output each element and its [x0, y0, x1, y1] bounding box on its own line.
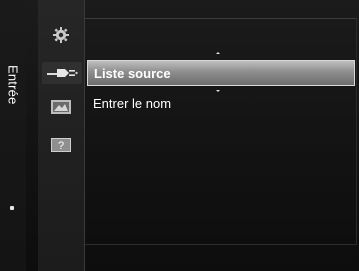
- side-tab-entree[interactable]: Entrée: [3, 50, 23, 120]
- submenu-top-divider: [85, 18, 357, 19]
- side-tab-label: Entrée: [5, 65, 21, 105]
- menu-item-label: Entrer le nom: [93, 95, 172, 111]
- help-icon-glyph: ?: [58, 140, 64, 152]
- picture-icon[interactable]: [48, 96, 74, 118]
- settings-gear-icon[interactable]: [48, 24, 74, 46]
- scroll-up-arrow-icon: [216, 52, 220, 54]
- side-strip: [0, 0, 26, 271]
- input-plug-icon[interactable]: [42, 62, 82, 84]
- submenu-bottom-divider: [85, 244, 357, 245]
- category-icon-column: ?: [38, 0, 85, 271]
- menu-item-label: Liste source: [94, 65, 171, 81]
- menu-item-entrer-le-nom[interactable]: Entrer le nom: [87, 92, 355, 114]
- submenu-right-edge: [356, 18, 357, 245]
- submenu-panel: Liste source Entrer le nom: [85, 0, 359, 271]
- menu-item-liste-source[interactable]: Liste source: [87, 60, 355, 86]
- help-icon[interactable]: ?: [48, 134, 74, 156]
- side-marker: [10, 206, 14, 210]
